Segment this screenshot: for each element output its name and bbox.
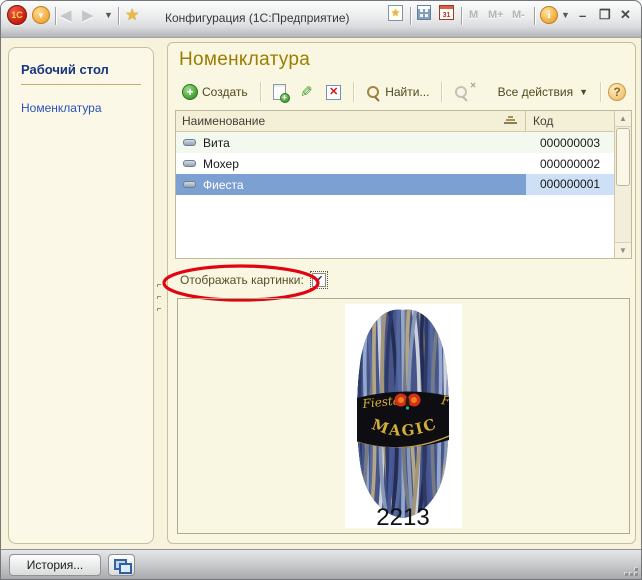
all-actions-button[interactable]: Все действия ▼ — [493, 83, 593, 101]
yarn-skein-image: Fiesta Fiesta — [345, 304, 462, 528]
chevron-down-icon: ▼ — [37, 11, 45, 20]
yarn-color-code: 2213 — [376, 504, 429, 528]
items-table: Наименование Код Вита000000003Мохер00000… — [175, 110, 632, 259]
nav-forward-button[interactable]: ▶ — [82, 5, 94, 25]
page-title: Номенклатура — [179, 49, 310, 71]
plus-circle-icon: + — [182, 84, 198, 100]
memory-m-button[interactable]: M — [469, 5, 478, 25]
help-button[interactable]: ? — [608, 83, 626, 101]
separator — [260, 82, 261, 102]
titlebar: 1С ▼ ◀ ▶ ▼ ★ Конфигурация (1С:Предприяти… — [1, 1, 641, 38]
maximize-button[interactable]: ❒ — [599, 5, 611, 25]
history-button[interactable]: История... — [9, 554, 101, 576]
copy-document-icon: + — [273, 84, 286, 100]
separator — [55, 7, 56, 25]
window-title: Конфигурация (1С:Предприятие) — [165, 11, 350, 25]
info-caret[interactable]: ▼ — [561, 5, 570, 25]
nav-back-button[interactable]: ◀ — [60, 5, 72, 25]
sort-icon — [504, 116, 517, 125]
catalog-item-icon — [183, 160, 196, 167]
separator — [441, 82, 442, 102]
picture-panel: Fiesta Fiesta — [177, 298, 630, 534]
table-row[interactable]: Фиеста000000001 — [176, 174, 614, 195]
table-row[interactable]: Мохер000000002 — [176, 153, 614, 174]
create-button-label: Создать — [202, 85, 248, 99]
memory-m-minus-button[interactable]: M- — [512, 5, 525, 25]
find-button[interactable]: Найти... — [361, 83, 434, 102]
pencil-icon: ✎ — [300, 85, 313, 100]
minimize-button[interactable]: – — [579, 5, 586, 25]
magnifier-x-icon — [454, 85, 469, 100]
panel-splitter[interactable] — [157, 284, 163, 320]
divider — [21, 84, 141, 85]
calculator-button[interactable] — [417, 5, 431, 20]
show-pictures-checkbox[interactable]: ✔ — [312, 273, 326, 287]
item-code: 000000003 — [526, 136, 614, 150]
separator — [118, 7, 119, 25]
catalog-item-icon — [183, 181, 196, 188]
item-name: Фиеста — [203, 178, 526, 192]
table-header: Наименование Код — [176, 111, 614, 132]
separator — [353, 82, 354, 102]
content-area: Рабочий стол Номенклатура Номенклатура +… — [1, 38, 641, 549]
separator — [534, 7, 535, 25]
clear-search-button: ✕ — [449, 83, 474, 102]
main-panel: Номенклатура + Создать + ✎ ✕ — [167, 42, 636, 544]
calendar-button[interactable]: 31 — [439, 5, 454, 20]
column-code-label: Код — [533, 114, 553, 128]
column-name-label: Наименование — [182, 114, 265, 128]
item-code: 000000001 — [526, 174, 614, 195]
memory-m-plus-button[interactable]: M+ — [488, 5, 504, 25]
column-header-code[interactable]: Код — [526, 111, 614, 131]
sidebar-heading: Рабочий стол — [21, 62, 141, 77]
copy-button[interactable]: + — [268, 82, 291, 102]
scroll-up-button[interactable]: ▲ — [615, 111, 631, 127]
item-name: Мохер — [203, 157, 526, 171]
main-menu-button[interactable]: ▼ — [32, 6, 50, 24]
nav-history-caret[interactable]: ▼ — [104, 5, 113, 25]
info-button[interactable]: i — [540, 6, 558, 24]
close-button[interactable]: ✕ — [620, 5, 631, 25]
checkmark-icon: ✔ — [314, 274, 323, 286]
app-window: 1С ▼ ◀ ▶ ▼ ★ Конфигурация (1С:Предприяти… — [0, 0, 642, 580]
item-code: 000000002 — [526, 157, 614, 171]
sidebar: Рабочий стол Номенклатура — [8, 47, 154, 544]
list-toolbar: + Создать + ✎ ✕ Найти... — [177, 79, 626, 105]
delete-button[interactable]: ✕ — [321, 83, 346, 102]
resize-grip[interactable] — [626, 564, 638, 576]
find-button-label: Найти... — [385, 85, 429, 99]
all-actions-label: Все действия — [498, 85, 573, 99]
table-row[interactable]: Вита000000003 — [176, 132, 614, 153]
delete-x-icon: ✕ — [326, 85, 341, 100]
scrollbar-thumb[interactable] — [616, 128, 630, 186]
catalog-item-icon — [183, 139, 196, 146]
edit-button[interactable]: ✎ — [295, 83, 318, 102]
separator — [600, 82, 601, 102]
separator — [461, 7, 462, 25]
column-header-name[interactable]: Наименование — [176, 111, 526, 131]
sidebar-item-nomenklatura[interactable]: Номенклатура — [21, 101, 141, 115]
separator — [410, 7, 411, 25]
magnifier-icon — [366, 85, 381, 100]
bookmark-star-button[interactable]: ★ — [388, 5, 403, 21]
table-body: Вита000000003Мохер000000002Фиеста0000000… — [176, 132, 614, 258]
create-button[interactable]: + Создать — [177, 82, 253, 102]
statusbar: История... — [1, 549, 641, 579]
scroll-down-button[interactable]: ▼ — [615, 242, 631, 258]
item-name: Вита — [203, 136, 526, 150]
1c-logo-icon: 1С — [7, 5, 27, 25]
product-photo: Fiesta Fiesta — [345, 304, 462, 528]
chevron-down-icon: ▼ — [579, 87, 588, 97]
table-scrollbar[interactable]: ▲ ▼ — [614, 111, 631, 258]
favorites-star-icon[interactable]: ★ — [125, 5, 139, 25]
show-pictures-row: Отображать картинки: ✔ — [180, 272, 326, 288]
show-pictures-label: Отображать картинки: — [180, 273, 304, 287]
sessions-button[interactable] — [108, 554, 135, 576]
